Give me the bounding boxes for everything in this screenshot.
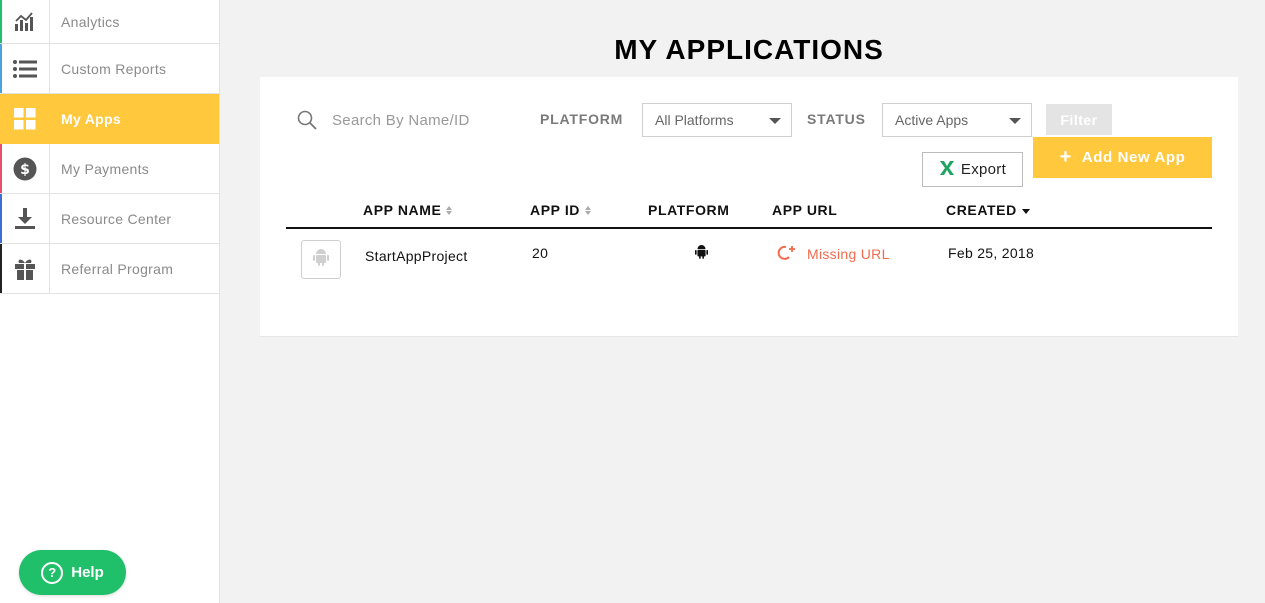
- sidebar-item-label: Custom Reports: [61, 60, 167, 77]
- sidebar-accent: [0, 144, 2, 193]
- column-header-label: APP NAME: [363, 202, 442, 218]
- sidebar-item-referral-program[interactable]: Referral Program: [0, 244, 219, 294]
- dollar-icon: $: [0, 144, 50, 193]
- column-header-label: PLATFORM: [648, 202, 730, 218]
- chevron-down-icon: [769, 118, 781, 124]
- app-id-cell: 20: [532, 245, 549, 261]
- download-icon: [0, 194, 50, 243]
- search-icon: [297, 110, 317, 135]
- table-header: APP NAME APP ID PLATFORM APP URL CREATED: [286, 198, 1212, 229]
- add-new-app-label: Add New App: [1081, 149, 1186, 166]
- sort-desc-icon: [1021, 208, 1030, 214]
- column-header-app-id[interactable]: APP ID: [530, 202, 592, 218]
- sidebar-item-my-apps[interactable]: My Apps: [0, 94, 219, 144]
- plus-icon: +: [1059, 145, 1072, 168]
- page-title: MY APPLICATIONS: [614, 34, 884, 65]
- android-icon: [695, 244, 708, 262]
- app-thumbnail[interactable]: [301, 240, 341, 279]
- status-filter-label: STATUS: [807, 111, 866, 127]
- sidebar-accent: [0, 0, 2, 43]
- sidebar-accent: [0, 244, 2, 293]
- sidebar-item-my-payments[interactable]: $ My Payments: [0, 144, 219, 194]
- sidebar: Analytics Custom Reports My Apps $ My Pa…: [0, 0, 220, 603]
- export-label: Export: [960, 161, 1007, 178]
- apps-grid-icon: [0, 94, 50, 143]
- help-label: Help: [71, 564, 104, 581]
- export-button[interactable]: Export: [922, 152, 1023, 187]
- app-name-cell[interactable]: StartAppProject: [365, 248, 468, 264]
- column-header-label: CREATED: [946, 202, 1017, 218]
- help-button[interactable]: ? Help: [19, 550, 126, 595]
- sidebar-item-label: Analytics: [61, 13, 120, 30]
- sidebar-item-analytics[interactable]: Analytics: [0, 0, 219, 44]
- table-row[interactable]: StartAppProject 20 Missing URL Feb 25, 2…: [286, 232, 1212, 292]
- chevron-down-icon: [1009, 118, 1021, 124]
- sort-icon: [446, 205, 453, 215]
- broken-link-icon: [777, 244, 799, 263]
- status-select[interactable]: Active Apps: [882, 103, 1032, 137]
- add-new-app-button[interactable]: + Add New App: [1033, 137, 1212, 178]
- sidebar-item-label: Referral Program: [61, 260, 174, 277]
- column-header-app-url: APP URL: [772, 202, 837, 218]
- android-placeholder-icon: [313, 248, 329, 271]
- sidebar-item-label: Resource Center: [61, 210, 172, 227]
- sort-icon: [585, 205, 592, 215]
- sidebar-accent: [0, 44, 2, 93]
- excel-icon: [939, 160, 955, 180]
- column-header-platform: PLATFORM: [648, 202, 730, 218]
- apps-card: PLATFORM All Platforms STATUS Active App…: [260, 77, 1238, 337]
- platform-select[interactable]: All Platforms: [642, 103, 792, 137]
- column-header-label: APP URL: [772, 202, 838, 218]
- platform-filter-label: PLATFORM: [540, 111, 624, 127]
- analytics-chart-icon: [0, 0, 50, 43]
- sidebar-item-label: My Payments: [61, 160, 150, 177]
- status-select-value: Active Apps: [895, 112, 969, 128]
- gift-icon: [0, 244, 50, 293]
- svg-text:$: $: [20, 162, 30, 178]
- sidebar-accent: [0, 194, 2, 243]
- sidebar-item-custom-reports[interactable]: Custom Reports: [0, 44, 219, 94]
- platform-select-value: All Platforms: [655, 112, 734, 128]
- missing-url-label: Missing URL: [807, 245, 890, 262]
- column-header-app-name[interactable]: APP NAME: [363, 202, 453, 218]
- column-header-created[interactable]: CREATED: [946, 202, 1030, 218]
- created-date-cell: Feb 25, 2018: [948, 245, 1035, 261]
- list-icon: [0, 44, 50, 93]
- sidebar-item-resource-center[interactable]: Resource Center: [0, 194, 219, 244]
- search-input[interactable]: [332, 105, 512, 135]
- missing-url-link[interactable]: Missing URL: [777, 244, 890, 263]
- question-icon: ?: [41, 561, 64, 584]
- sidebar-item-label: My Apps: [61, 110, 121, 127]
- filter-button[interactable]: Filter: [1046, 104, 1112, 135]
- column-header-label: APP ID: [530, 202, 581, 218]
